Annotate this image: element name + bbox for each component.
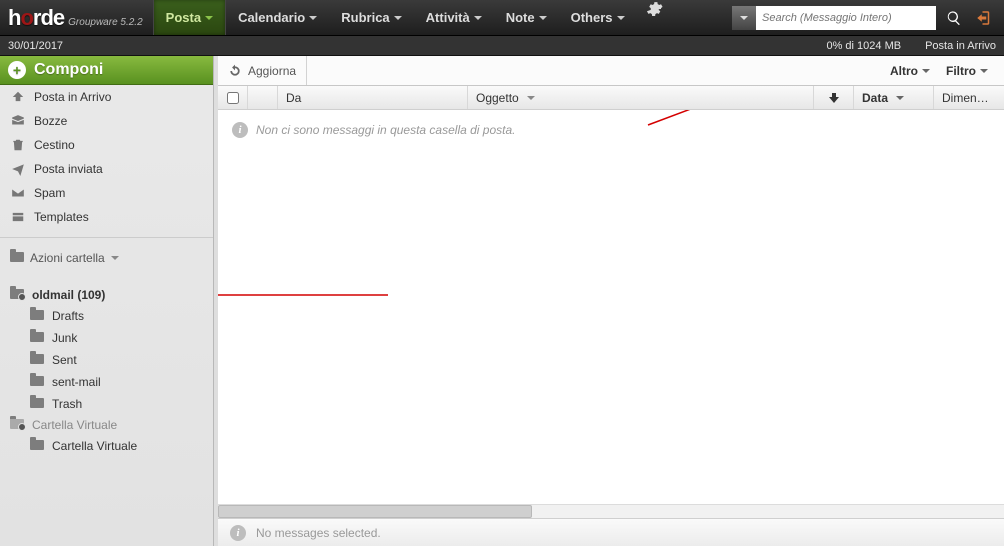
folder-icon — [30, 397, 44, 411]
app-version: Groupware 5.2.2 — [68, 17, 143, 28]
column-date[interactable]: Data — [854, 86, 934, 109]
chevron-down-icon — [394, 16, 402, 20]
sidebar-item-spam[interactable]: Spam — [0, 181, 213, 205]
sidebar-item-sent[interactable]: Posta inviata — [0, 157, 213, 181]
search-scope-dropdown[interactable] — [732, 6, 756, 30]
sidebar-folder-actions[interactable]: Azioni cartella — [0, 247, 213, 269]
folder-container-icon — [10, 418, 24, 432]
nav-tasks[interactable]: Attività — [414, 0, 494, 35]
spam-icon — [10, 185, 26, 201]
sidebar-item-drafts[interactable]: Bozze — [0, 109, 213, 133]
sidebar-subfolder-junk[interactable]: Junk — [0, 327, 213, 349]
chevron-down-icon — [474, 16, 482, 20]
folder-icon — [30, 353, 44, 367]
chevron-down-icon — [980, 69, 988, 73]
empty-mailbox-message: i Non ci sono messaggi in questa casella… — [218, 110, 1004, 150]
logout-button[interactable] — [972, 6, 996, 30]
chevron-down-icon — [205, 16, 213, 20]
folder-container-icon — [10, 288, 24, 302]
nav-calendar[interactable]: Calendario — [226, 0, 329, 35]
search-icon — [946, 10, 962, 26]
folder-icon — [30, 331, 44, 345]
current-folder-name: Posta in Arrivo — [925, 40, 996, 52]
chevron-down-icon — [896, 96, 904, 100]
sidebar-item-templates[interactable]: Templates — [0, 205, 213, 229]
logout-icon — [975, 9, 993, 27]
column-size[interactable]: Dimen… — [934, 86, 1004, 109]
nav-addressbook[interactable]: Rubrica — [329, 0, 413, 35]
sidebar-virtual-folder-item[interactable]: Cartella Virtuale — [0, 435, 213, 457]
gear-icon[interactable] — [637, 0, 671, 35]
annotation-arrow — [218, 280, 388, 310]
chevron-down-icon — [922, 69, 930, 73]
refresh-button[interactable]: Aggiorna — [218, 56, 307, 85]
sent-icon — [10, 161, 26, 177]
inbox-icon — [10, 89, 26, 105]
sidebar-virtual-folder-header[interactable]: Cartella Virtuale — [0, 415, 213, 435]
plus-icon: + — [8, 61, 26, 79]
search-input[interactable] — [756, 6, 936, 30]
chevron-down-icon — [309, 16, 317, 20]
trash-icon — [10, 137, 26, 153]
status-bar: i No messages selected. — [218, 518, 1004, 546]
arrow-down-icon — [829, 93, 839, 103]
current-date: 30/01/2017 — [8, 40, 63, 52]
chevron-down-icon — [527, 96, 535, 100]
sidebar-subfolder-sent[interactable]: Sent — [0, 349, 213, 371]
folder-icon — [30, 439, 44, 453]
filter-dropdown[interactable]: Filtro — [940, 64, 994, 78]
chevron-down-icon — [111, 256, 119, 260]
templates-icon — [10, 209, 26, 225]
sidebar-item-inbox[interactable]: Posta in Arrivo — [0, 85, 213, 109]
chevron-down-icon — [617, 16, 625, 20]
nav-others[interactable]: Others — [559, 0, 637, 35]
info-icon: i — [232, 122, 248, 138]
compose-button[interactable]: + Componi — [0, 56, 213, 85]
column-subject[interactable]: Oggetto — [468, 86, 814, 109]
column-from[interactable]: Da — [278, 86, 468, 109]
sidebar-subfolder-sentmail[interactable]: sent-mail — [0, 371, 213, 393]
quota-text: 0% di 1024 MB — [826, 40, 901, 52]
search-button[interactable] — [942, 6, 966, 30]
folder-icon — [30, 309, 44, 323]
status-text: No messages selected. — [256, 526, 381, 540]
draft-icon — [10, 113, 26, 129]
sidebar-item-trash[interactable]: Cestino — [0, 133, 213, 157]
nav-notes[interactable]: Note — [494, 0, 559, 35]
sidebar-subfolder-trash[interactable]: Trash — [0, 393, 213, 415]
refresh-icon — [228, 64, 242, 78]
column-sort-indicator[interactable] — [814, 86, 854, 109]
info-icon: i — [230, 525, 246, 541]
chevron-down-icon — [740, 16, 748, 20]
sidebar-subfolder-drafts[interactable]: Drafts — [0, 305, 213, 327]
column-flag[interactable] — [248, 86, 278, 109]
folder-icon — [10, 251, 24, 265]
horizontal-scrollbar[interactable] — [218, 504, 1004, 518]
column-select-all[interactable] — [218, 86, 248, 109]
nav-mail[interactable]: Posta — [154, 0, 225, 35]
select-all-checkbox[interactable] — [227, 92, 239, 104]
more-dropdown[interactable]: Altro — [884, 64, 936, 78]
app-logo[interactable]: horde Groupware 5.2.2 — [8, 5, 143, 31]
sidebar-folder-oldmail[interactable]: oldmail (109) — [0, 285, 213, 305]
folder-icon — [30, 375, 44, 389]
chevron-down-icon — [539, 16, 547, 20]
